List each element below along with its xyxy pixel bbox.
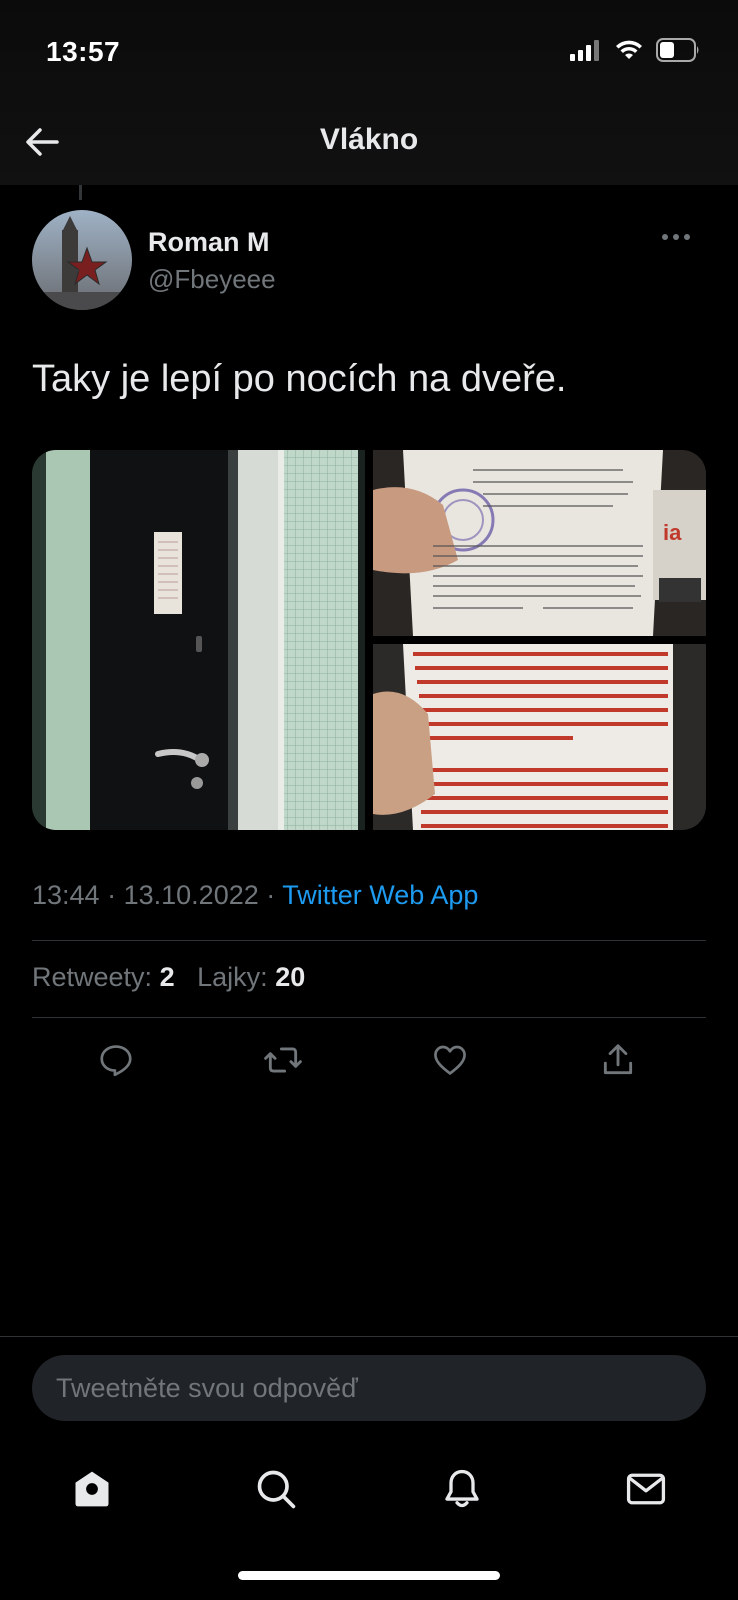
wifi-icon [616,40,642,59]
media-summons-document[interactable]: ia [373,450,706,636]
nav-messages-button[interactable] [622,1465,670,1513]
status-time: 13:57 [46,36,121,67]
display-name[interactable]: Roman M [148,227,270,258]
nav-home-button[interactable] [68,1465,116,1513]
tweet-time: 13:44 [32,880,100,910]
like-button[interactable] [428,1038,472,1082]
media-door-photo[interactable] [32,450,365,830]
likes-count: 20 [275,962,306,992]
home-indicator[interactable] [238,1571,500,1580]
retweets-label: Retweety: [32,962,153,992]
battery-icon [656,38,699,62]
user-handle[interactable]: @Fbeyeee [148,264,276,295]
divider [32,1017,706,1018]
meta-separator: · [266,880,276,910]
retweet-button[interactable] [261,1038,305,1082]
share-icon [603,1044,633,1075]
retweets-count: 2 [159,962,175,992]
page-title: Vlákno [319,123,419,156]
reply-placeholder: Tweetněte svou odpověď [56,1373,358,1403]
tweet-date: 13.10.2022 [123,880,259,910]
avatar[interactable] [32,210,132,310]
status-icons [570,38,700,62]
more-dot [684,234,690,240]
retweets-stat[interactable]: Retweety: 2 [32,962,182,992]
signal-icon [570,40,599,61]
meta-separator: · [107,880,117,910]
tweet-source-link[interactable]: Twitter Web App [282,880,478,910]
notifications-icon [445,1469,479,1508]
tweet-meta: 13:44 · 13.10.2022 · Twitter Web App [32,880,478,911]
thread-connector [79,185,82,200]
divider [0,1336,738,1337]
reply-input[interactable]: Tweetněte svou odpověď [32,1355,706,1421]
nav-search-button[interactable] [252,1465,300,1513]
tweet-stats: Retweety: 2 Lajky: 20 [32,962,305,993]
divider [32,940,706,941]
more-dot [673,234,679,240]
reply-icon [100,1045,132,1077]
more-options-button[interactable] [662,234,690,240]
like-icon [434,1045,466,1075]
nav-notifications-button[interactable] [438,1465,486,1513]
more-dot [662,234,668,240]
home-icon [75,1471,109,1507]
navigation-header [0,0,738,185]
messages-icon [626,1473,666,1505]
share-button[interactable] [596,1038,640,1082]
likes-label: Lajky: [197,962,268,992]
media-grid: ia [32,450,706,830]
tweet-text: Taky je lepí po nocích na dveře. [32,358,567,400]
media-summons-warning[interactable] [373,644,706,830]
reply-button[interactable] [94,1038,138,1082]
retweet-icon [264,1047,302,1073]
likes-stat[interactable]: Lajky: 20 [197,962,305,992]
svg-text:ia: ia [663,520,682,545]
search-icon [257,1470,296,1509]
